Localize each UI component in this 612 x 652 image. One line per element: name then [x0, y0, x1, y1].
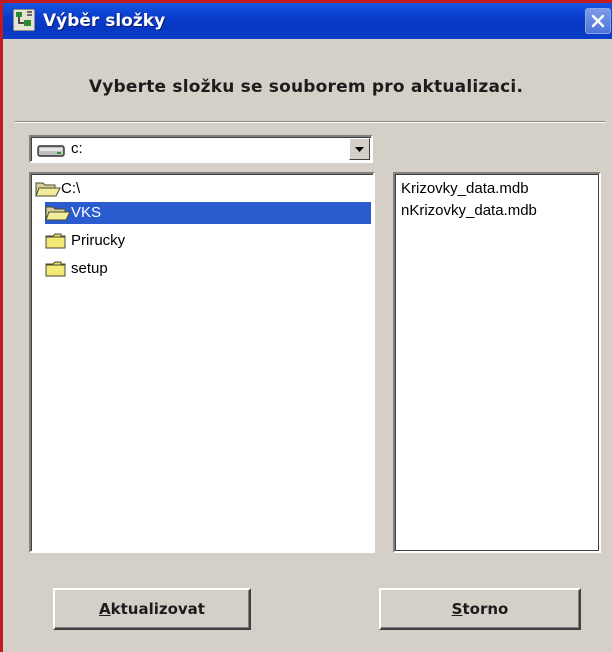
open-folder-icon: [45, 204, 71, 226]
tree-item-label: VKS: [71, 204, 102, 221]
drive-dropdown-button[interactable]: [349, 138, 370, 160]
instruction-heading: Vyberte složku se souborem pro aktualiza…: [88, 77, 524, 97]
update-button[interactable]: Aktualizovat: [53, 588, 251, 630]
drive-select[interactable]: c:: [29, 135, 373, 163]
tree-item-label: C:\: [61, 180, 81, 197]
file-item[interactable]: Krizovky_data.mdb: [401, 180, 529, 197]
tree-item-vks[interactable]: VKS: [45, 202, 371, 224]
cancel-button[interactable]: Storno: [379, 588, 581, 630]
closed-folder-icon: [45, 232, 69, 254]
file-list[interactable]: Krizovky_data.mdb nKrizovky_data.mdb: [393, 172, 601, 553]
close-icon: [591, 14, 605, 28]
tree-item-setup[interactable]: setup: [45, 258, 185, 280]
tree-item-label: setup: [71, 260, 108, 277]
open-folder-icon: [35, 180, 61, 202]
tree-item-prirucky[interactable]: Prirucky: [45, 230, 185, 252]
window-title: Výběr složky: [43, 11, 166, 31]
chevron-down-icon: [355, 147, 364, 152]
hard-drive-icon: [37, 143, 67, 162]
update-mnemonic: A: [99, 600, 111, 618]
cancel-mnemonic: S: [451, 600, 463, 618]
tree-item-root[interactable]: C:\: [35, 178, 155, 200]
folder-select-dialog: Výběr složky Vyberte složku se souborem …: [0, 0, 612, 652]
tree-item-label: Prirucky: [71, 232, 126, 249]
file-item[interactable]: nKrizovky_data.mdb: [401, 202, 537, 219]
divider: [15, 121, 605, 123]
folder-tree[interactable]: C:\ VKS Prirucky setup: [29, 172, 375, 553]
update-label: ktualizovat: [110, 600, 205, 618]
closed-folder-icon: [45, 260, 69, 282]
drive-value: c:: [71, 140, 83, 157]
cancel-label: torno: [462, 600, 509, 618]
app-icon: [12, 8, 36, 32]
title-bar[interactable]: Výběr složky: [3, 3, 612, 39]
close-button[interactable]: [585, 8, 611, 34]
